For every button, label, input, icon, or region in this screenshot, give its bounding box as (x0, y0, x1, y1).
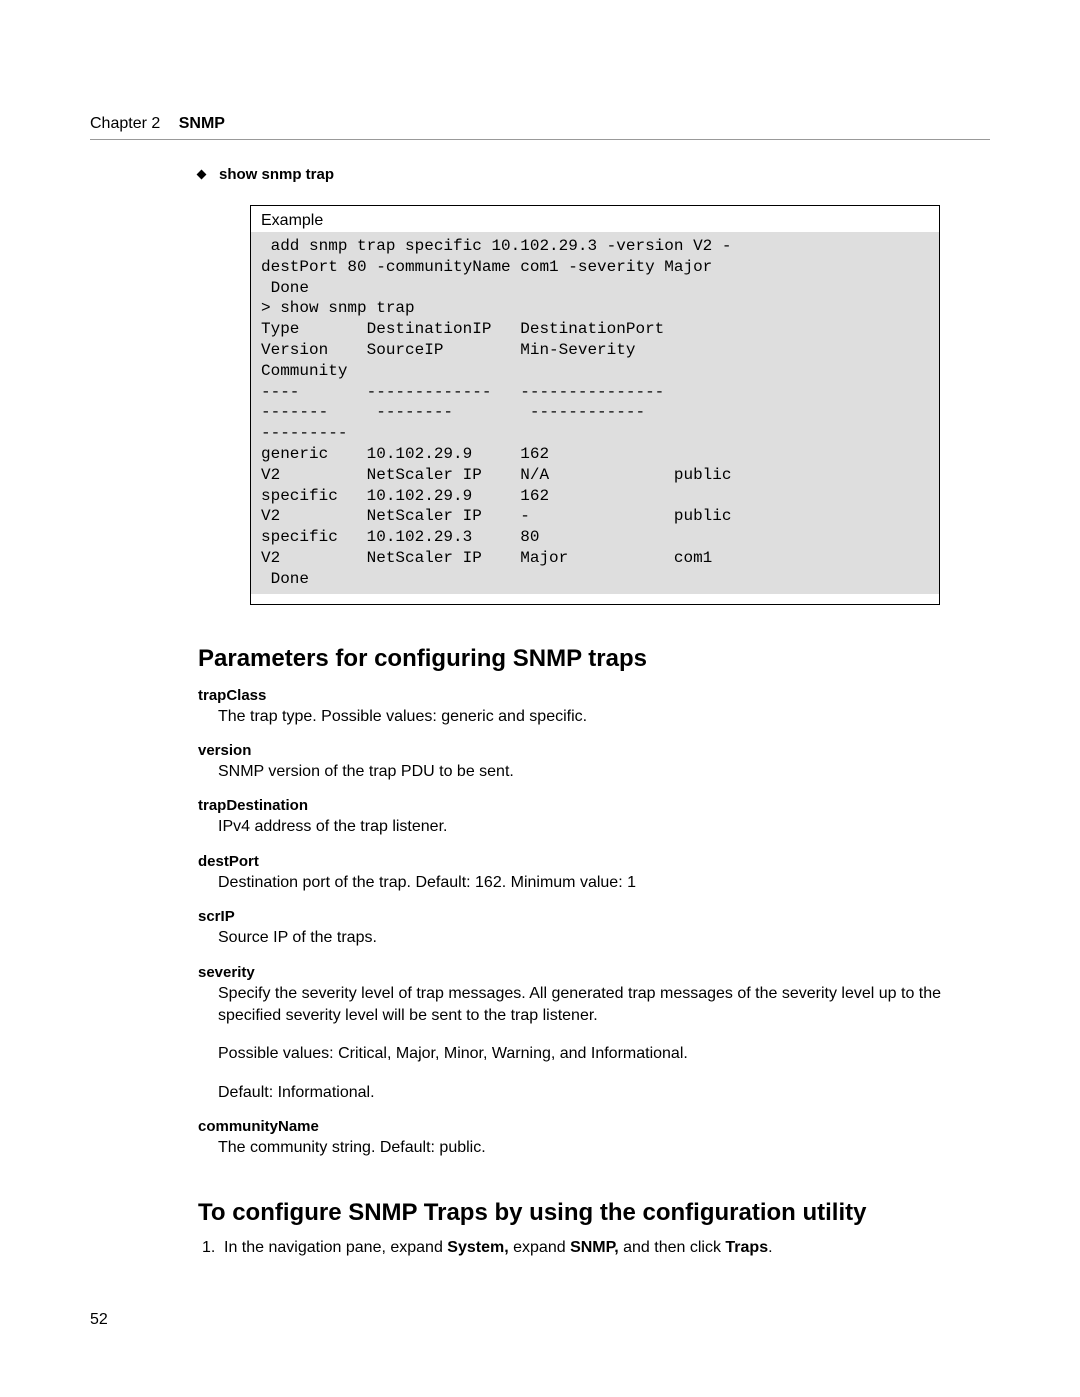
bullet-command: show snmp trap (198, 166, 960, 183)
page-number: 52 (90, 1311, 108, 1329)
param-desc-scrip: Source IP of the traps. (218, 927, 960, 949)
param-desc-version: SNMP version of the trap PDU to be sent. (218, 761, 960, 783)
step-text-2: expand (509, 1239, 570, 1256)
step-bold-traps: Traps (725, 1239, 768, 1256)
param-name-severity: severity (198, 964, 960, 981)
step-bold-snmp: SNMP, (570, 1239, 619, 1256)
severity-desc-3: Default: Informational. (218, 1082, 960, 1104)
step-1: 1.In the navigation pane, expand System,… (202, 1239, 960, 1257)
param-desc-trapclass: The trap type. Possible values: generic … (218, 706, 960, 728)
chapter-number: Chapter 2 (90, 115, 160, 132)
section-heading-parameters: Parameters for configuring SNMP traps (198, 645, 960, 673)
param-name-communityname: communityName (198, 1118, 960, 1135)
param-desc-trapdestination: IPv4 address of the trap listener. (218, 816, 960, 838)
param-desc-destport: Destination port of the trap. Default: 1… (218, 872, 960, 894)
severity-desc-2: Possible values: Critical, Major, Minor,… (218, 1043, 960, 1065)
diamond-bullet-icon (197, 170, 207, 180)
param-name-version: version (198, 742, 960, 759)
step-text-3: and then click (619, 1239, 726, 1256)
chapter-title: SNMP (179, 115, 225, 132)
step-text-4: . (768, 1239, 772, 1256)
page-header: Chapter 2 SNMP (90, 115, 990, 140)
example-label: Example (251, 206, 939, 232)
step-number: 1. (202, 1239, 224, 1257)
param-name-destport: destPort (198, 853, 960, 870)
param-name-trapdestination: trapDestination (198, 797, 960, 814)
param-desc-communityname: The community string. Default: public. (218, 1137, 960, 1159)
step-text-1: In the navigation pane, expand (224, 1239, 447, 1256)
bullet-label: show snmp trap (219, 166, 334, 183)
severity-desc-1: Specify the severity level of trap messa… (218, 983, 960, 1028)
example-box: Example add snmp trap specific 10.102.29… (250, 205, 940, 605)
param-name-scrip: scrIP (198, 908, 960, 925)
section-heading-configure: To configure SNMP Traps by using the con… (198, 1199, 960, 1227)
code-block: add snmp trap specific 10.102.29.3 -vers… (251, 232, 939, 594)
param-desc-severity: Specify the severity level of trap messa… (218, 983, 960, 1105)
param-name-trapclass: trapClass (198, 687, 960, 704)
step-bold-system: System, (447, 1239, 508, 1256)
